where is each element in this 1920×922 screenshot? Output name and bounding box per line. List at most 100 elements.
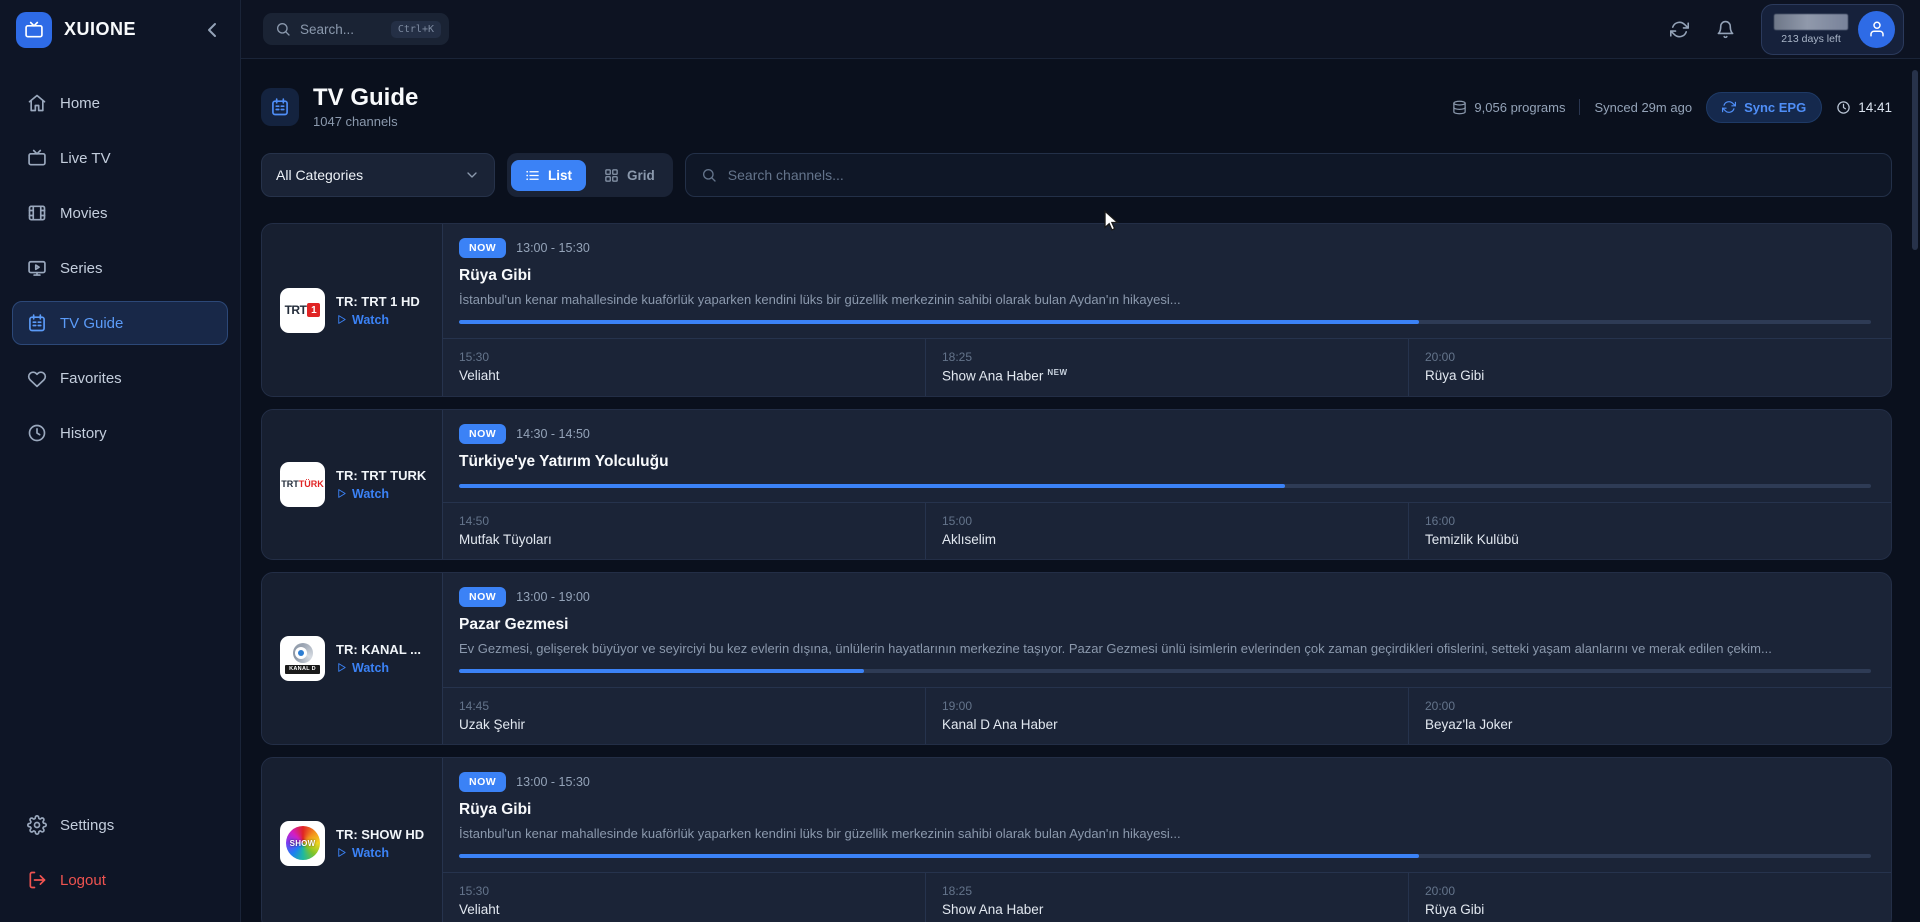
now-playing-program[interactable]: NOW 13:00 - 15:30 Rüya Gibi İstanbul'un … xyxy=(443,224,1891,338)
sidebar-item-home[interactable]: Home xyxy=(12,81,228,125)
now-playing-program[interactable]: NOW 13:00 - 19:00 Pazar Gezmesi Ev Gezme… xyxy=(443,573,1891,687)
grid-view-button[interactable]: Grid xyxy=(590,160,669,191)
avatar[interactable] xyxy=(1858,11,1895,48)
upcoming-time: 16:00 xyxy=(1425,514,1875,528)
list-icon xyxy=(525,168,540,183)
trt-turk-logo: TRTTÜRK xyxy=(281,479,324,489)
progress-fill xyxy=(459,320,1419,324)
sidebar-item-live-tv[interactable]: Live TV xyxy=(12,136,228,180)
history-icon xyxy=(27,423,47,443)
upcoming-time: 14:50 xyxy=(459,514,909,528)
page-header: TV Guide 1047 channels 9,056 programs Sy… xyxy=(261,85,1892,129)
global-search-input[interactable]: Search... Ctrl+K xyxy=(263,13,449,45)
upcoming-title: Show Ana HaberNEW xyxy=(942,368,1392,384)
upcoming-program[interactable]: 18:25Show Ana Haber xyxy=(925,873,1408,922)
program-description: İstanbul'un kenar mahallesinde kuaförlük… xyxy=(459,826,1871,841)
upcoming-program[interactable]: 15:30Veliaht xyxy=(443,873,925,922)
sidebar-item-settings[interactable]: Settings xyxy=(12,803,228,847)
watch-link[interactable]: Watch xyxy=(336,487,426,501)
programs-count-label: 9,056 programs xyxy=(1474,100,1565,115)
live-tv-icon xyxy=(27,148,47,168)
now-badge: NOW xyxy=(459,772,506,792)
upcoming-program[interactable]: 14:50Mutfak Tüyoları xyxy=(443,503,925,559)
upcoming-program[interactable]: 20:00Beyaz'la Joker xyxy=(1408,688,1891,744)
sidebar-item-label: Logout xyxy=(60,872,106,889)
sync-epg-button[interactable]: Sync EPG xyxy=(1706,92,1822,123)
upcoming-program[interactable]: 15:30Veliaht xyxy=(443,339,925,396)
subscription-days-left: 213 days left xyxy=(1781,33,1841,45)
upcoming-time: 15:30 xyxy=(459,884,909,898)
channel-info[interactable]: TRTTÜRK TR: TRT TURK Watch xyxy=(262,410,443,559)
sidebar: XUIONE Home Live TV Movies Series TV Gui… xyxy=(0,0,241,922)
sync-epg-label: Sync EPG xyxy=(1744,100,1806,115)
watch-link[interactable]: Watch xyxy=(336,661,421,675)
category-dropdown[interactable]: All Categories xyxy=(261,153,495,197)
user-account-card[interactable]: 213 days left xyxy=(1761,4,1904,55)
sidebar-item-movies[interactable]: Movies xyxy=(12,191,228,235)
view-toggle: List Grid xyxy=(507,153,673,197)
upcoming-title: Veliaht xyxy=(459,368,909,383)
sidebar-footer: Settings Logout xyxy=(0,803,240,922)
upcoming-program[interactable]: 15:00Aklıselim xyxy=(925,503,1408,559)
channel-info[interactable]: KANAL D TR: KANAL ... Watch xyxy=(262,573,443,744)
grid-view-label: Grid xyxy=(627,168,655,183)
sidebar-header: XUIONE xyxy=(0,0,240,59)
sidebar-item-label: Movies xyxy=(60,205,108,222)
refresh-button[interactable] xyxy=(1661,11,1697,47)
upcoming-program[interactable]: 19:00Kanal D Ana Haber xyxy=(925,688,1408,744)
program-title: Pazar Gezmesi xyxy=(459,616,1871,634)
topbar: Search... Ctrl+K 213 days left xyxy=(241,0,1920,59)
watch-label: Watch xyxy=(352,313,389,327)
channel-name: TR: KANAL ... xyxy=(336,642,421,657)
calendar-icon xyxy=(270,97,290,117)
scrollbar-thumb[interactable] xyxy=(1912,70,1918,250)
sidebar-item-history[interactable]: History xyxy=(12,411,228,455)
now-playing-program[interactable]: NOW 13:00 - 15:30 Rüya Gibi İstanbul'un … xyxy=(443,758,1891,872)
list-view-button[interactable]: List xyxy=(511,160,586,191)
now-badge: NOW xyxy=(459,587,506,607)
progress-fill xyxy=(459,854,1419,858)
sidebar-item-series[interactable]: Series xyxy=(12,246,228,290)
progress-fill xyxy=(459,669,864,673)
watch-link[interactable]: Watch xyxy=(336,313,420,327)
channel-info[interactable]: TRT1 TR: TRT 1 HD Watch xyxy=(262,224,443,396)
channel-search-input[interactable]: Search channels... xyxy=(685,153,1892,197)
upcoming-program[interactable]: 20:00Rüya Gibi xyxy=(1408,339,1891,396)
notifications-button[interactable] xyxy=(1707,11,1743,47)
upcoming-program[interactable]: 14:45Uzak Şehir xyxy=(443,688,925,744)
upcoming-time: 14:45 xyxy=(459,699,909,713)
now-playing-program[interactable]: NOW 14:30 - 14:50 Türkiye'ye Yatırım Yol… xyxy=(443,410,1891,502)
sidebar-collapse-button[interactable] xyxy=(200,18,224,42)
program-description: Ev Gezmesi, gelişerek büyüyor ve seyirci… xyxy=(459,641,1871,656)
sidebar-item-tv-guide[interactable]: TV Guide xyxy=(12,301,228,345)
database-icon xyxy=(1452,100,1467,115)
sidebar-item-label: Settings xyxy=(60,817,114,834)
keyboard-shortcut-badge: Ctrl+K xyxy=(391,21,441,38)
channel-logo: TRTTÜRK xyxy=(280,462,325,507)
upcoming-time: 20:00 xyxy=(1425,699,1875,713)
sidebar-item-label: Home xyxy=(60,95,100,112)
channel-list: TRT1 TR: TRT 1 HD Watch NOW 13:00 - 15:3… xyxy=(261,223,1892,922)
now-badge: NOW xyxy=(459,238,506,258)
watch-link[interactable]: Watch xyxy=(336,846,424,860)
progress-bar xyxy=(459,320,1871,324)
upcoming-title: Rüya Gibi xyxy=(1425,902,1875,917)
play-icon xyxy=(336,662,347,673)
channel-info[interactable]: SHOW TR: SHOW HD Watch xyxy=(262,758,443,922)
program-description: İstanbul'un kenar mahallesinde kuaförlük… xyxy=(459,292,1871,307)
header-meta: 9,056 programs Synced 29m ago Sync EPG 1… xyxy=(1452,92,1892,123)
list-view-label: List xyxy=(548,168,572,183)
sync-icon xyxy=(1722,100,1736,114)
sidebar-item-favorites[interactable]: Favorites xyxy=(12,356,228,400)
progress-bar xyxy=(459,854,1871,858)
upcoming-program[interactable]: 18:25Show Ana HaberNEW xyxy=(925,339,1408,396)
upcoming-program[interactable]: 16:00Temizlik Kulübü xyxy=(1408,503,1891,559)
page-title-group: TV Guide 1047 channels xyxy=(261,85,418,129)
channel-name: TR: SHOW HD xyxy=(336,827,424,842)
sidebar-item-logout[interactable]: Logout xyxy=(12,858,228,902)
upcoming-program[interactable]: 20:00Rüya Gibi xyxy=(1408,873,1891,922)
new-badge: NEW xyxy=(1047,368,1067,377)
tv-guide-icon xyxy=(27,313,47,333)
filter-row: All Categories List Grid Search channels… xyxy=(261,153,1892,197)
upcoming-time: 19:00 xyxy=(942,699,1392,713)
